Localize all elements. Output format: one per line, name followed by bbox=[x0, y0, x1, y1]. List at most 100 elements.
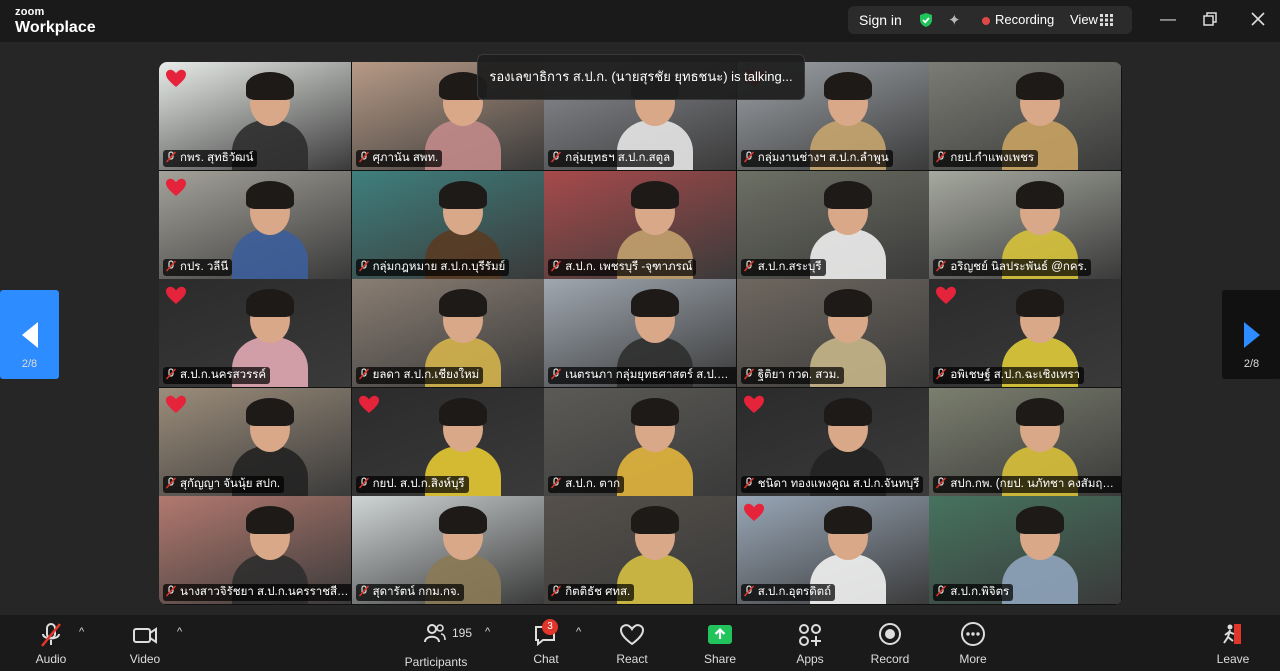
participant-name: ศุภานัน สพท. bbox=[372, 152, 439, 164]
participant-video-figure bbox=[617, 445, 694, 496]
heart-reaction-icon bbox=[166, 395, 186, 413]
ai-companion-icon[interactable]: ✦ bbox=[948, 11, 961, 29]
more-options-icon bbox=[961, 622, 985, 646]
react-button[interactable]: React bbox=[610, 621, 654, 669]
heart-reaction-icon bbox=[358, 395, 379, 413]
audio-button[interactable]: Audio bbox=[28, 621, 74, 669]
participant-video-tile[interactable]: กยป.กำแพงเพชร bbox=[929, 62, 1122, 170]
view-button[interactable]: View bbox=[1070, 6, 1098, 34]
heart-reaction-icon bbox=[166, 286, 186, 305]
participant-video-hair bbox=[823, 397, 872, 426]
heart-reaction-icon bbox=[743, 395, 764, 413]
participants-options-chevron-icon[interactable]: ^ bbox=[485, 626, 490, 638]
muted-microphone-icon bbox=[358, 368, 369, 380]
participant-video-tile[interactable]: อพิเชษฐ์ ส.ป.ก.ฉะเชิงเทรา bbox=[929, 279, 1122, 388]
participant-name-label: กิตติธัช ศทส. bbox=[548, 584, 635, 602]
participant-video-tile[interactable]: ฐิติยา กวด. สวม. bbox=[736, 279, 929, 388]
participant-video-tile[interactable]: สปก.กพ. (กยป. นภัทชา คงสัมฤทธิ์) bbox=[929, 387, 1122, 496]
participant-video-tile[interactable]: ชนิดา ทองแพงคูณ ส.ป.ก.จันทบุรี bbox=[736, 387, 929, 496]
grid-view-icon[interactable] bbox=[1100, 14, 1113, 26]
leave-button[interactable]: Leave bbox=[1211, 621, 1255, 669]
participant-video-tile[interactable]: สุดารัตน์ กกม.กจ. bbox=[351, 496, 544, 605]
participants-count: 195 bbox=[452, 626, 473, 640]
muted-microphone-icon bbox=[936, 151, 947, 163]
recording-status[interactable]: Recording bbox=[995, 6, 1054, 34]
muted-microphone-icon bbox=[551, 368, 562, 380]
muted-microphone-icon bbox=[551, 585, 562, 597]
participant-video-hair bbox=[438, 180, 487, 209]
participants-button[interactable]: 195 Participants bbox=[398, 621, 474, 669]
video-button[interactable]: Video bbox=[122, 621, 168, 669]
participant-video-tile[interactable]: ส.ป.ก. เพชรบุรี -จุฑาภรณ์ bbox=[544, 170, 737, 279]
gallery-grid: กพร. สุทธิวัฒน์ ศุภานัน สพท. กลุ่มยุทธฯ ส.… bbox=[159, 62, 1122, 605]
minimize-icon[interactable]: — bbox=[1157, 9, 1179, 31]
more-label: More bbox=[959, 652, 987, 666]
apps-button[interactable]: Apps bbox=[788, 621, 832, 669]
participant-video-tile[interactable]: ยลดา ส.ป.ก.เชียงใหม่ bbox=[351, 279, 544, 388]
sign-in-button[interactable]: Sign in bbox=[859, 6, 902, 34]
participant-video-hair bbox=[823, 180, 872, 209]
participant-video-tile[interactable]: นางสาวจิรัชยา ส.ป.ก.นครราชสีมา bbox=[159, 496, 351, 605]
participant-name: กลุ่มยุทธฯ ส.ป.ก.สตูล bbox=[565, 152, 671, 164]
participant-video-tile[interactable]: กปร. วลีนี bbox=[159, 170, 351, 279]
logo-zoom-text: zoom bbox=[15, 6, 45, 18]
participant-video-tile[interactable]: ส.ป.ก. ตาก bbox=[544, 387, 737, 496]
participant-name-label: ฐิติยา กวด. สวม. bbox=[740, 367, 844, 385]
share-button[interactable]: Share bbox=[698, 621, 742, 669]
muted-microphone-icon bbox=[358, 259, 369, 272]
participant-name: นางสาวจิรัชยา ส.ป.ก.นครราชสีมา bbox=[180, 586, 351, 599]
leave-label: Leave bbox=[1216, 652, 1250, 666]
audio-options-chevron-icon[interactable]: ^ bbox=[79, 626, 84, 638]
participant-video-tile[interactable]: ส.ป.ก.นครสวรรค์ bbox=[159, 279, 351, 388]
participant-video-tile[interactable]: อริญชย์ นิลประพันธ์ @กคร. bbox=[929, 170, 1122, 279]
muted-microphone-icon bbox=[936, 585, 947, 597]
restore-window-icon[interactable] bbox=[1202, 11, 1218, 27]
security-shield-icon[interactable] bbox=[918, 12, 934, 28]
participant-video-tile[interactable]: กยป. ส.ป.ก.สิงห์บุรี bbox=[351, 387, 544, 496]
chat-options-chevron-icon[interactable]: ^ bbox=[576, 626, 581, 638]
participant-name-label: อพิเชษฐ์ ส.ป.ก.ฉะเชิงเทรา bbox=[933, 367, 1085, 385]
participant-name: เนตรนภา กลุ่มยุทธศาสตร์ ส.ป.ก.ร้อยเอ็ด bbox=[565, 369, 736, 382]
participant-video-hair bbox=[245, 397, 294, 426]
muted-microphone-icon bbox=[551, 259, 562, 272]
next-page-button[interactable]: 2/8 bbox=[1222, 290, 1280, 379]
participant-name: ส.ป.ก.พิจิตร bbox=[950, 586, 1010, 599]
previous-page-button[interactable]: 2/8 bbox=[0, 290, 59, 379]
participant-name-label: กยป. ส.ป.ก.สิงห์บุรี bbox=[355, 475, 469, 493]
record-button[interactable]: Record bbox=[866, 621, 914, 669]
participant-video-tile[interactable]: ส.ป.ก.พิจิตร bbox=[929, 496, 1122, 605]
participants-label: Participants bbox=[404, 655, 468, 669]
participant-name: สุดารัตน์ กกม.กจ. bbox=[372, 586, 460, 599]
participant-video-hair bbox=[245, 72, 294, 100]
participant-video-tile[interactable]: ส.ป.ก.อุตรดิตถ์ bbox=[736, 496, 929, 605]
participant-video-tile[interactable]: สุกัญญา จันนุ้ย สปก. bbox=[159, 387, 351, 496]
muted-microphone-icon bbox=[551, 477, 562, 489]
participant-video-figure bbox=[231, 228, 308, 279]
muted-microphone-icon bbox=[743, 477, 754, 489]
muted-microphone-icon bbox=[743, 368, 754, 380]
share-label: Share bbox=[703, 652, 737, 666]
participant-video-hair bbox=[823, 289, 872, 318]
participant-name-label: อริญชย์ นิลประพันธ์ @กคร. bbox=[933, 258, 1091, 276]
arrow-left-icon bbox=[22, 322, 38, 348]
video-options-chevron-icon[interactable]: ^ bbox=[177, 626, 182, 638]
chat-button[interactable]: 3 Chat bbox=[526, 619, 566, 669]
apps-label: Apps bbox=[796, 652, 824, 666]
participants-icon bbox=[424, 624, 446, 643]
participant-video-tile[interactable]: กิตติธัช ศทส. bbox=[544, 496, 737, 605]
participant-video-hair bbox=[438, 506, 487, 535]
participant-video-tile[interactable]: เนตรนภา กลุ่มยุทธศาสตร์ ส.ป.ก.ร้อยเอ็ด bbox=[544, 279, 737, 388]
participant-video-tile[interactable]: กพร. สุทธิวัฒน์ bbox=[159, 62, 351, 170]
participant-video-tile[interactable]: กลุ่มกฎหมาย ส.ป.ก.บุรีรัมย์ bbox=[351, 170, 544, 279]
participant-name: สปก.กพ. (กยป. นภัทชา คงสัมฤทธิ์) bbox=[950, 477, 1121, 490]
participant-video-hair bbox=[823, 506, 872, 535]
leave-door-icon bbox=[1223, 624, 1241, 644]
record-icon bbox=[879, 623, 901, 645]
participant-name: อพิเชษฐ์ ส.ป.ก.ฉะเชิงเทรา bbox=[950, 369, 1081, 382]
more-button[interactable]: More bbox=[950, 621, 996, 669]
close-icon[interactable] bbox=[1250, 11, 1266, 27]
logo-workplace-text: Workplace bbox=[15, 19, 96, 36]
participant-video-tile[interactable]: ส.ป.ก.สระบุรี bbox=[736, 170, 929, 279]
muted-microphone-icon bbox=[358, 477, 369, 489]
participant-name-label: สุกัญญา จันนุ้ย สปก. bbox=[163, 475, 285, 493]
